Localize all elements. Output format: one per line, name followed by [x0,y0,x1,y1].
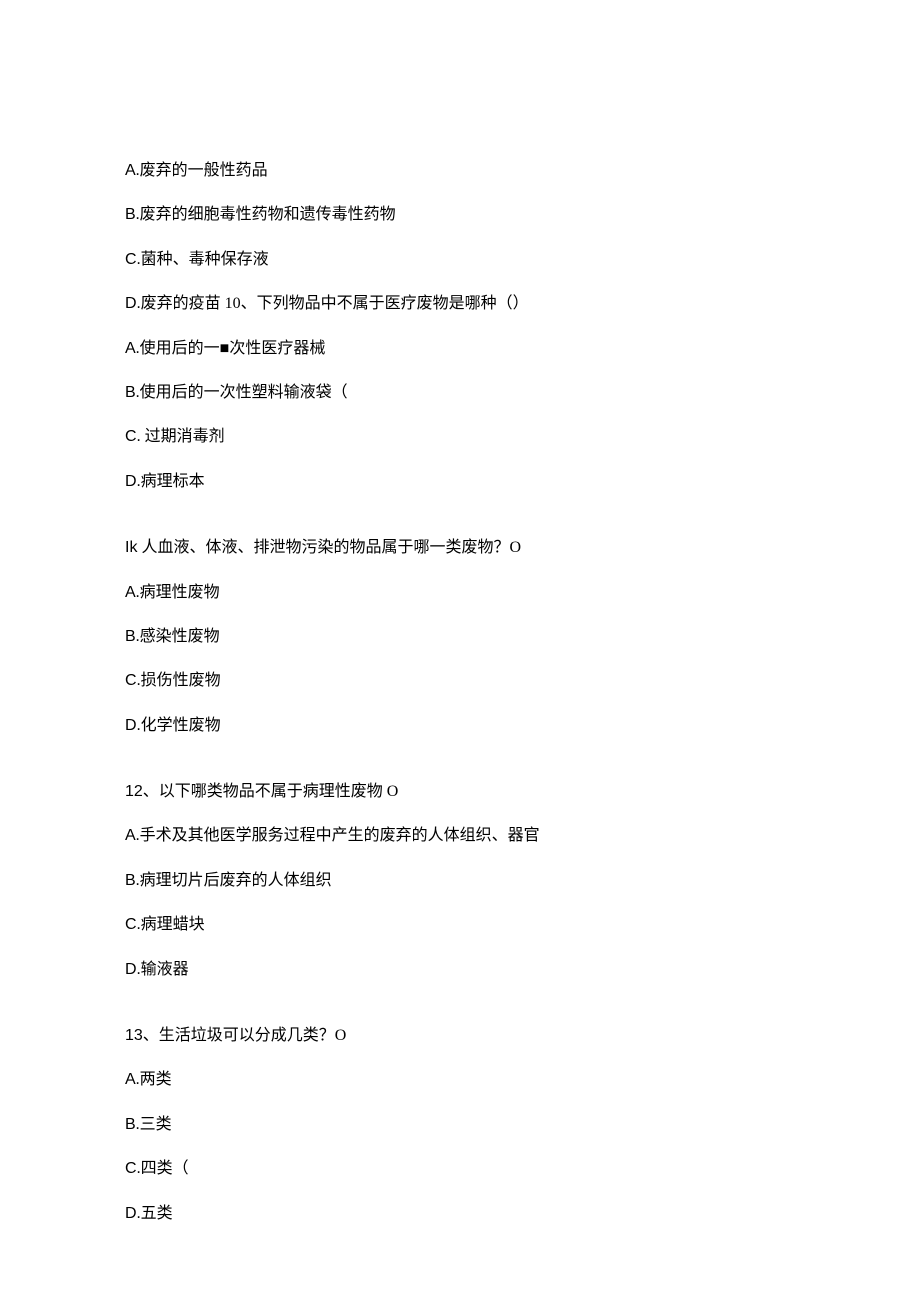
text-line: D.化学性废物 [125,715,795,737]
text-line: C.病理蜡块 [125,914,795,936]
text-line: A.使用后的一■次性医疗器械 [125,338,795,360]
text-line: D.输液器 [125,959,795,981]
text-line: B.使用后的一次性塑料输液袋（ [125,382,795,404]
text-line: D.废弃的疫苗 10、下列物品中不属于医疗废物是哪种（） [125,293,795,315]
document-content: A.废弃的一般性药品 B.废弃的细胞毒性药物和遗传毒性药物 C.菌种、毒种保存液 D.… [125,160,795,1225]
text-line: Ik 人血液、体液、排泄物污染的物品属于哪一类废物？O [125,537,795,559]
text-line: A.手术及其他医学服务过程中产生的废弃的人体组织、器官 [125,825,795,847]
text-line: A.病理性废物 [125,582,795,604]
text-line: C. 过期消毒剂 [125,426,795,448]
text-line: D.五类 [125,1203,795,1225]
text-line: 12、以下哪类物品不属于病理性废物 O [125,781,795,803]
text-line: C.四类（ [125,1158,795,1180]
text-line: A.废弃的一般性药品 [125,160,795,182]
text-line: C.损伤性废物 [125,670,795,692]
text-line: 13、生活垃圾可以分成几类？O [125,1025,795,1047]
text-line: C.菌种、毒种保存液 [125,249,795,271]
text-line: B.感染性废物 [125,626,795,648]
text-line: A.两类 [125,1069,795,1091]
text-line: D.病理标本 [125,471,795,493]
text-line: B.三类 [125,1114,795,1136]
text-line: B.废弃的细胞毒性药物和遗传毒性药物 [125,204,795,226]
text-line: B.病理切片后废弃的人体组织 [125,870,795,892]
